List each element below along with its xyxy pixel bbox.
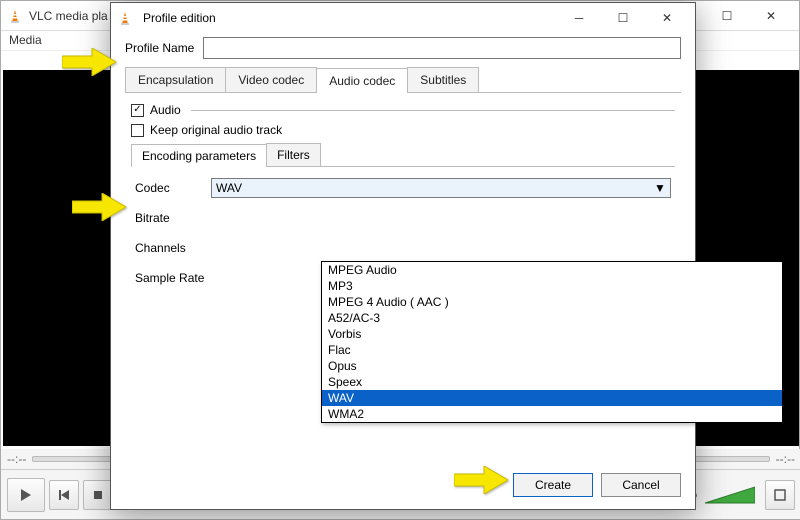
codec-option[interactable]: Vorbis xyxy=(322,326,782,342)
codec-option[interactable]: Flac xyxy=(322,342,782,358)
tab-subtitles[interactable]: Subtitles xyxy=(407,67,479,92)
volume-slider[interactable] xyxy=(705,483,755,507)
create-button[interactable]: Create xyxy=(513,473,593,497)
codec-option[interactable]: MPEG 4 Audio ( AAC ) xyxy=(322,294,782,310)
tab-audio-codec[interactable]: Audio codec xyxy=(316,68,408,93)
dialog-title: Profile edition xyxy=(143,11,557,25)
codec-combo[interactable]: WAV ▼ xyxy=(211,178,671,198)
annotation-arrow-icon xyxy=(62,48,116,76)
audio-checkbox-label: Audio xyxy=(150,103,181,117)
profile-name-input[interactable] xyxy=(203,37,681,59)
dialog-body: Profile Name Encapsulation Video codec A… xyxy=(111,33,695,509)
main-close-button[interactable]: ✕ xyxy=(749,2,793,30)
chevron-down-icon: ▼ xyxy=(652,180,668,196)
tab-encapsulation[interactable]: Encapsulation xyxy=(125,67,226,92)
codec-option[interactable]: A52/AC-3 xyxy=(322,310,782,326)
vlc-cone-icon xyxy=(7,8,23,24)
codec-combo-value: WAV xyxy=(216,181,242,195)
dialog-window-controls: ─ ☐ ✕ xyxy=(557,4,689,32)
channels-label: Channels xyxy=(135,241,211,255)
dialog-close-button[interactable]: ✕ xyxy=(645,4,689,32)
codec-tabs: Encapsulation Video codec Audio codec Su… xyxy=(125,67,681,93)
cancel-button[interactable]: Cancel xyxy=(601,473,681,497)
codec-option[interactable]: MP3 xyxy=(322,278,782,294)
main-maximize-button[interactable]: ☐ xyxy=(705,2,749,30)
stop-button[interactable] xyxy=(83,480,113,510)
dialog-minimize-button[interactable]: ─ xyxy=(557,4,601,32)
codec-option[interactable]: MPEG Audio xyxy=(322,262,782,278)
fullscreen-button[interactable] xyxy=(765,480,795,510)
prev-button[interactable] xyxy=(49,480,79,510)
keep-original-checkbox[interactable] xyxy=(131,124,144,137)
sample-rate-label: Sample Rate xyxy=(135,271,211,285)
codec-option[interactable]: Speex xyxy=(322,374,782,390)
annotation-arrow-icon xyxy=(454,466,508,494)
codec-dropdown-list[interactable]: MPEG AudioMP3MPEG 4 Audio ( AAC )A52/AC-… xyxy=(321,261,783,423)
subtab-filters[interactable]: Filters xyxy=(266,143,321,166)
codec-option[interactable]: Opus xyxy=(322,358,782,374)
profile-name-label: Profile Name xyxy=(125,41,203,55)
subtab-encoding-parameters[interactable]: Encoding parameters xyxy=(131,144,267,167)
audio-checkbox[interactable]: ✓ xyxy=(131,104,144,117)
time-elapsed: --:-- xyxy=(7,452,26,466)
codec-option[interactable]: WAV xyxy=(322,390,782,406)
play-button[interactable] xyxy=(7,478,45,512)
codec-option[interactable]: WMA2 xyxy=(322,406,782,422)
profile-edition-dialog: Profile edition ─ ☐ ✕ Profile Name Encap… xyxy=(110,2,696,510)
audio-sub-tabs: Encoding parameters Filters xyxy=(131,143,675,167)
codec-label: Codec xyxy=(135,181,211,195)
annotation-arrow-icon xyxy=(72,193,126,221)
menu-media[interactable]: Media xyxy=(9,33,42,47)
keep-original-label: Keep original audio track xyxy=(150,123,282,137)
vlc-cone-icon xyxy=(117,10,133,26)
tab-video-codec[interactable]: Video codec xyxy=(225,67,317,92)
dialog-buttons: Create Cancel xyxy=(513,473,681,497)
dialog-maximize-button[interactable]: ☐ xyxy=(601,4,645,32)
dialog-titlebar: Profile edition ─ ☐ ✕ xyxy=(111,3,695,33)
time-total: --:-- xyxy=(776,452,795,466)
divider xyxy=(191,110,675,111)
bitrate-label: Bitrate xyxy=(135,211,211,225)
